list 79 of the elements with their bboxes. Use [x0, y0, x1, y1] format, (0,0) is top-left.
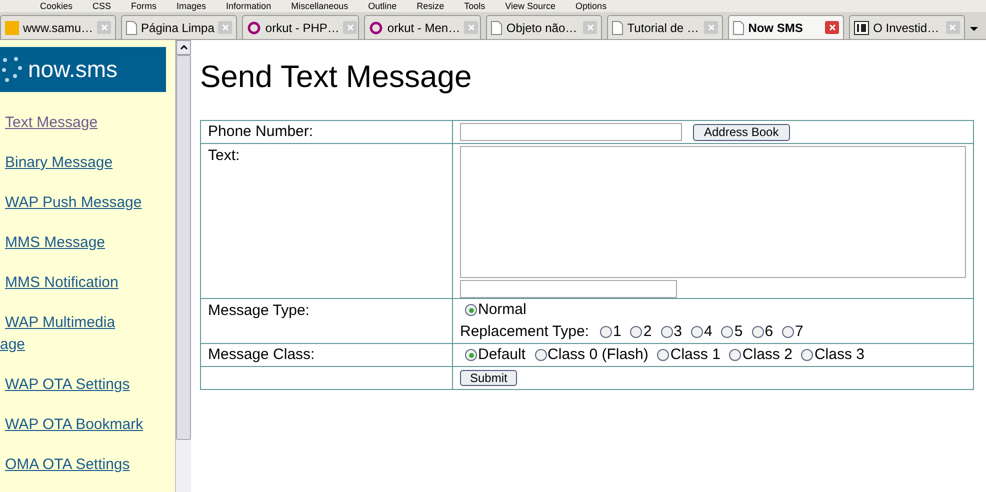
toolbar-button[interactable]: Resize [416, 1, 444, 11]
toolbar-button[interactable]: View Source [505, 1, 556, 11]
page-icon [491, 20, 502, 34]
dots-logo-icon [2, 56, 22, 84]
sidebar-link[interactable]: age [0, 335, 175, 354]
sidebar-link[interactable]: WAP Push Message [5, 193, 175, 212]
sidebar-link[interactable]: MMS Notification [5, 273, 175, 292]
browser-tab[interactable]: www.samu… [0, 15, 116, 39]
ring-icon [247, 20, 262, 34]
toolbar-button[interactable]: Forms [131, 1, 157, 11]
browser-tab[interactable]: Tutorial de … [607, 15, 724, 39]
radio-label: 4 [704, 323, 712, 341]
radio-label: Class 0 (Flash) [548, 346, 648, 364]
radio-button[interactable] [465, 349, 477, 361]
page-icon [612, 20, 624, 34]
toolbar-button[interactable]: CSS [92, 1, 112, 11]
scroll-up-icon[interactable] [176, 40, 191, 55]
toolbar-button[interactable]: Images [176, 1, 206, 11]
browser-tab[interactable]: orkut - PHP… [242, 15, 360, 39]
radio-button[interactable] [600, 326, 612, 338]
field-label: Message Type: [208, 302, 310, 319]
scroll-thumb[interactable] [176, 55, 191, 440]
radio-label: Class 3 [814, 346, 864, 364]
toolbar-button[interactable]: Outline [368, 1, 397, 11]
browser-tab[interactable]: O Investid… [849, 15, 965, 39]
radio-label: 3 [674, 323, 682, 341]
sidebar-link[interactable]: WAP Multimedia [5, 313, 175, 332]
radio-label: Class 1 [670, 346, 720, 364]
framed-icon [854, 20, 870, 34]
field-label: Message Class: [208, 346, 315, 364]
radio-button[interactable] [691, 326, 703, 338]
toolbar-button[interactable]: Options [576, 1, 607, 11]
phone-number-field[interactable] [460, 123, 682, 141]
site-logo-icon [5, 20, 19, 34]
ring-icon [369, 20, 384, 34]
page-icon [733, 20, 744, 34]
radio-label: 7 [795, 323, 804, 341]
browser-tab[interactable]: Página Limpa [121, 15, 238, 39]
logo-text: now.sms [28, 55, 118, 84]
browser-tab[interactable]: Now SMS [728, 15, 844, 39]
radio-label: 1 [612, 323, 622, 341]
close-icon[interactable] [825, 21, 840, 34]
browser-tab[interactable]: orkut - Men… [364, 15, 482, 39]
field-label: Text: [208, 147, 240, 164]
radio-button[interactable] [534, 349, 547, 361]
radio-label: Normal [478, 301, 526, 319]
radio-button[interactable] [660, 326, 673, 338]
radio-label: 5 [734, 323, 743, 341]
radio-button[interactable] [801, 349, 814, 361]
toolbar-button[interactable]: Miscellaneous [291, 1, 348, 11]
submit-button[interactable]: Submit [460, 370, 518, 386]
sidebar-link[interactable]: Binary Message [5, 153, 175, 172]
radio-label: 6 [764, 323, 774, 341]
sidebar-link[interactable]: OMA OTA Settings [5, 455, 175, 474]
toolbar-button[interactable]: Information [226, 1, 272, 11]
radio-label: Class 2 [742, 346, 792, 364]
page-icon [126, 20, 138, 34]
radio-label: 2 [643, 323, 652, 341]
toolbar-button[interactable]: Cookies [40, 1, 73, 11]
radio-button[interactable] [729, 349, 742, 361]
field-label: Replacement Type: [460, 323, 589, 341]
toolbar-button[interactable]: Tools [464, 1, 486, 11]
browser-tab[interactable]: Objeto não… [486, 15, 602, 39]
radio-button[interactable] [752, 326, 764, 338]
radio-button[interactable] [657, 349, 670, 361]
sidebar-link[interactable]: Text Message [5, 113, 175, 132]
page-title: Send Text Message [200, 58, 473, 96]
radio-label: Default [478, 346, 526, 364]
radio-button[interactable] [630, 326, 642, 338]
radio-button[interactable] [721, 326, 734, 338]
radio-button[interactable] [782, 326, 794, 338]
field-label: Phone Number: [208, 123, 314, 141]
character-count-field[interactable] [460, 280, 677, 298]
address-book-button[interactable]: Address Book [693, 124, 790, 140]
tab-list-icon[interactable] [970, 27, 978, 31]
radio-button[interactable] [465, 304, 477, 316]
sidebar-link[interactable]: WAP OTA Settings [5, 375, 175, 394]
sidebar-link[interactable]: MMS Message [5, 233, 175, 252]
sidebar-link[interactable]: WAP OTA Bookmark [5, 415, 175, 434]
